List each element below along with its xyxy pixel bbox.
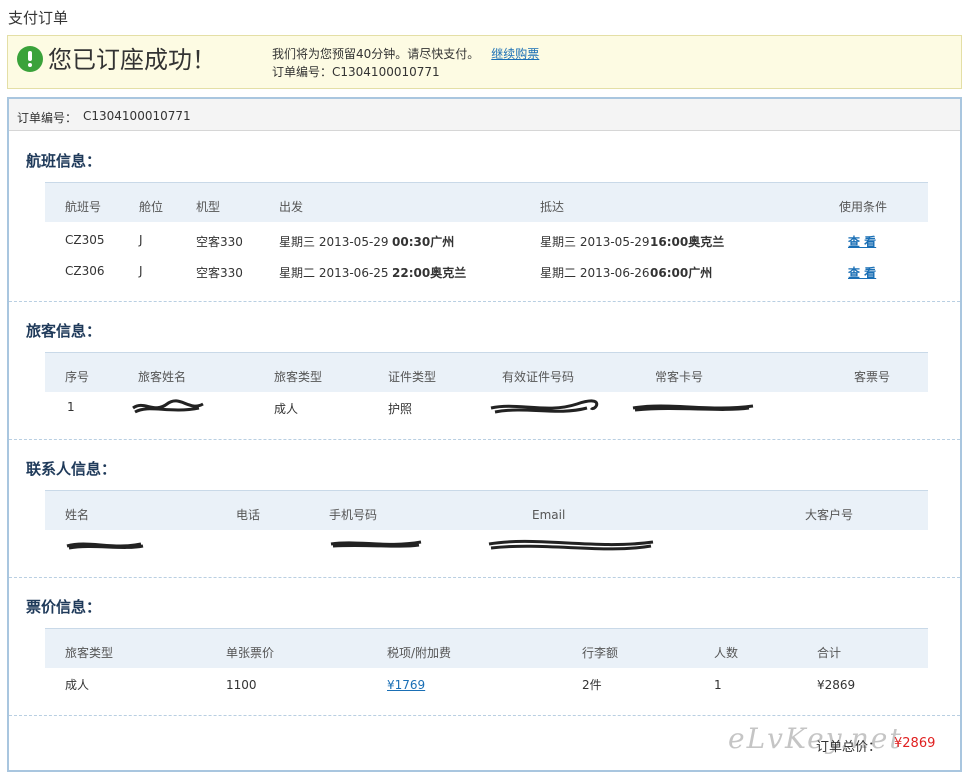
order-number-label: 订单编号： [17,111,78,125]
banner-order-number-label: 订单编号： [272,65,333,79]
banner-order-number-value: C1304100010771 [332,65,440,79]
view-rules-link[interactable]: 查 看 [848,233,876,250]
exclamation-circle-icon [17,46,43,72]
fare-section-title: 票价信息： [26,598,102,616]
passenger-section-title: 旅客信息： [26,322,102,340]
fare-col-header: 人数 [714,646,739,660]
flight-col-header: 抵达 [540,200,565,214]
redacted-mobile-scribble [330,540,422,548]
order-number-value: C1304100010771 [83,109,191,123]
contact-section-title: 联系人信息： [26,460,117,478]
hold-message-line: 我们将为您预留40分钟。请尽快支付。 继续购票 [272,45,539,62]
flight-table-header: 航班号 舱位 机型 出发 抵达 使用条件 [45,182,928,222]
cabin: J [139,264,143,278]
order-header: 订单编号： C1304100010771 [9,99,960,131]
order-total-value: ¥2869 [894,736,936,751]
order-total-label: 订单总价： [816,740,882,755]
passenger-count: 1 [714,678,722,692]
redacted-contact-name-scribble [66,542,144,550]
flight-col-header: 机型 [196,200,221,214]
fare-col-header: 单张票价 [226,646,275,660]
redacted-ff-card-scribble [632,404,754,412]
fare-col-header: 旅客类型 [65,646,114,660]
tax-surcharge-link[interactable]: ¥1769 [387,678,425,692]
flight-number: CZ305 [65,233,105,247]
departure-date: 星期三 2013-05-29 [279,235,389,249]
flight-info-section: 航班信息： 航班号 舱位 机型 出发 抵达 使用条件 CZ305 J 空客330… [9,132,960,302]
flight-col-header: 航班号 [65,200,102,214]
aircraft: 空客330 [196,235,243,249]
departure-date: 星期二 2013-06-25 [279,266,389,280]
continue-booking-link[interactable]: 继续购票 [491,47,539,61]
departure-time: 22:00奥克兰 [392,266,467,280]
hold-message: 我们将为您预留40分钟。请尽快支付。 [272,47,480,61]
fare-total: ¥2869 [817,678,856,692]
arrival-date: 星期二 2013-06-26 [540,266,650,280]
passenger-col-header: 序号 [65,370,90,384]
arrival-date: 星期三 2013-05-29 [540,235,650,249]
success-title: 您已订座成功！ [48,46,216,74]
passenger-col-header: 常客卡号 [655,370,704,384]
unit-price: 1100 [226,678,257,692]
arrival-time: 06:00广州 [650,266,713,280]
passenger-index: 1 [67,400,75,414]
contact-col-header: 电话 [236,508,261,522]
flight-section-title: 航班信息： [26,152,102,170]
banner-order-number: 订单编号：C1304100010771 [272,63,440,80]
flight-col-header: 出发 [279,200,304,214]
flight-col-header: 使用条件 [839,200,888,214]
contact-col-header: 手机号码 [329,508,378,522]
passenger-col-header: 旅客类型 [274,370,323,384]
contact-col-header: Email [532,508,566,522]
flight-number: CZ306 [65,264,105,278]
redacted-email-scribble [488,539,654,551]
flight-col-header: 舱位 [139,200,164,214]
fare-info-section: 票价信息： 旅客类型 单张票价 税项/附加费 行李额 人数 合计 成人 1100… [9,578,960,716]
passenger-col-header: 有效证件号码 [502,370,575,384]
passenger-col-header: 证件类型 [388,370,437,384]
departure-time: 00:30广州 [392,235,455,249]
passenger-col-header: 客票号 [854,370,891,384]
fare-col-header: 税项/附加费 [387,646,452,660]
contact-info-section: 联系人信息： 姓名 电话 手机号码 Email 大客户号 [9,440,960,578]
passenger-info-section: 旅客信息： 序号 旅客姓名 旅客类型 证件类型 有效证件号码 常客卡号 客票号 … [9,302,960,440]
passenger-col-header: 旅客姓名 [138,370,187,384]
order-details-panel: 订单编号： C1304100010771 航班信息： 航班号 舱位 机型 出发 … [7,97,962,772]
fare-passenger-type: 成人 [65,678,90,692]
passenger-type: 成人 [274,402,299,416]
view-rules-link[interactable]: 查 看 [848,264,876,281]
id-type: 护照 [388,402,413,416]
aircraft: 空客330 [196,266,243,280]
redacted-id-scribble [490,399,599,414]
page-title: 支付订单 [8,9,69,27]
redacted-name-scribble [132,399,204,414]
passenger-table-header: 序号 旅客姓名 旅客类型 证件类型 有效证件号码 常客卡号 客票号 [45,352,928,392]
contact-col-header: 姓名 [65,508,90,522]
contact-table-header: 姓名 电话 手机号码 Email 大客户号 [45,490,928,530]
success-banner: 您已订座成功！ 我们将为您预留40分钟。请尽快支付。 继续购票 订单编号：C130… [7,35,962,89]
fare-col-header: 行李额 [582,646,619,660]
fare-table-header: 旅客类型 单张票价 税项/附加费 行李额 人数 合计 [45,628,928,668]
baggage-allowance: 2件 [582,678,602,692]
contact-col-header: 大客户号 [805,508,854,522]
fare-col-header: 合计 [817,646,842,660]
arrival-time: 16:00奥克兰 [650,235,725,249]
cabin: J [139,233,143,247]
